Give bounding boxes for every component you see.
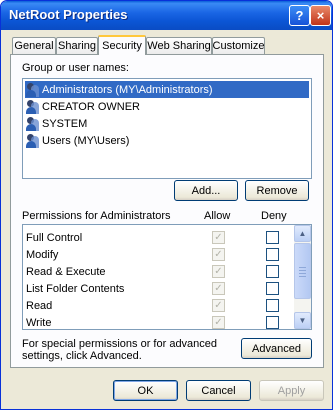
help-icon: ? xyxy=(295,8,304,23)
list-item[interactable]: SYSTEM xyxy=(25,115,309,132)
group-list-label: Group or user names: xyxy=(22,62,129,74)
ok-button[interactable]: OK xyxy=(113,380,178,401)
permissions-list[interactable]: Full Control Modify Read & Execute List … xyxy=(22,224,312,330)
list-item-label: CREATOR OWNER xyxy=(42,100,140,113)
help-button[interactable]: ? xyxy=(289,5,310,26)
table-row: Full Control xyxy=(26,230,294,246)
tab-sharing[interactable]: Sharing xyxy=(56,37,98,54)
list-item-label: Administrators (MY\Administrators) xyxy=(42,83,213,96)
remove-button[interactable]: Remove xyxy=(245,180,309,201)
allow-checkbox: ✓ xyxy=(212,316,225,329)
permissions-scrollbar[interactable]: ▲ ▼ xyxy=(294,225,311,329)
cancel-button[interactable]: Cancel xyxy=(186,380,251,401)
properties-dialog: NetRoot Properties ? × General Sharing S… xyxy=(0,0,333,410)
permission-name: List Folder Contents xyxy=(26,283,125,295)
user-group-icon xyxy=(26,82,40,97)
permissions-header: Permissions for Administrators xyxy=(22,210,171,222)
table-row: List Folder Contents xyxy=(26,281,294,297)
user-group-icon xyxy=(26,116,40,131)
tab-security[interactable]: Security xyxy=(98,35,146,55)
permission-name: Read & Execute xyxy=(26,266,106,278)
permission-name: Write xyxy=(26,317,52,329)
group-list[interactable]: Administrators (MY\Administrators) CREAT… xyxy=(22,78,312,179)
permission-name: Read xyxy=(26,300,53,312)
allow-checkbox: ✓ xyxy=(212,299,225,312)
tab-general[interactable]: General xyxy=(12,37,56,54)
scroll-down-button[interactable]: ▼ xyxy=(294,312,311,329)
list-item[interactable]: Users (MY\Users) xyxy=(25,132,309,149)
allow-column-header: Allow xyxy=(204,210,231,222)
security-panel: Group or user names: Administrators (MY\… xyxy=(10,54,324,368)
window-title: NetRoot Properties xyxy=(9,7,128,22)
permission-name: Modify xyxy=(26,249,59,261)
advanced-button[interactable]: Advanced xyxy=(241,338,312,359)
close-button[interactable]: × xyxy=(310,5,331,26)
chevron-up-icon: ▲ xyxy=(298,229,307,238)
scroll-up-button[interactable]: ▲ xyxy=(294,225,311,242)
list-item[interactable]: CREATOR OWNER xyxy=(25,98,309,115)
deny-checkbox[interactable] xyxy=(266,316,279,329)
apply-button: Apply xyxy=(259,380,324,401)
user-group-icon xyxy=(26,99,40,114)
table-row: Modify xyxy=(26,247,294,263)
list-item-label: SYSTEM xyxy=(42,117,88,130)
deny-checkbox[interactable] xyxy=(266,265,279,278)
deny-checkbox[interactable] xyxy=(266,231,279,244)
table-row: Write xyxy=(26,315,294,329)
permission-name: Full Control xyxy=(26,232,83,244)
allow-checkbox: ✓ xyxy=(212,231,225,244)
advanced-note: For special permissions or for advanced … xyxy=(22,338,218,362)
allow-checkbox: ✓ xyxy=(212,282,225,295)
deny-checkbox[interactable] xyxy=(266,282,279,295)
list-item-label: Users (MY\Users) xyxy=(42,134,130,147)
chevron-down-icon: ▼ xyxy=(298,316,307,325)
user-group-icon xyxy=(26,133,40,148)
deny-column-header: Deny xyxy=(261,210,287,222)
scroll-thumb[interactable] xyxy=(294,243,311,299)
allow-checkbox: ✓ xyxy=(212,265,225,278)
allow-checkbox: ✓ xyxy=(212,248,225,261)
table-row: Read & Execute xyxy=(26,264,294,280)
title-bar[interactable]: NetRoot Properties ? × xyxy=(1,1,332,30)
table-row: Read xyxy=(26,298,294,314)
deny-checkbox[interactable] xyxy=(266,248,279,261)
list-item[interactable]: Administrators (MY\Administrators) xyxy=(25,81,309,98)
close-icon: × xyxy=(316,8,325,23)
add-button[interactable]: Add... xyxy=(174,180,238,201)
tab-web-sharing[interactable]: Web Sharing xyxy=(146,37,212,54)
deny-checkbox[interactable] xyxy=(266,299,279,312)
tab-customize[interactable]: Customize xyxy=(212,37,265,54)
